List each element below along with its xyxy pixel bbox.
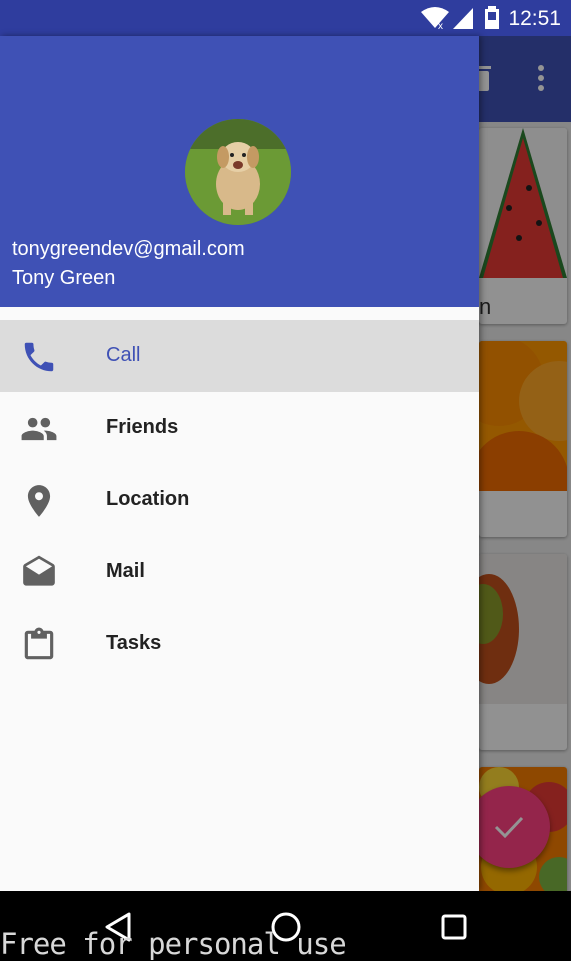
drawer-item-call[interactable]: Call [0,320,479,392]
drawer-item-label: Friends [106,416,179,438]
drawer-item-mail[interactable]: Mail [0,536,479,608]
navigation-drawer: tonygreendev@gmail.com Tony Green Call F… [0,36,479,891]
drawer-item-label: Tasks [106,632,162,654]
drawer-item-label: Location [106,488,190,510]
location-pin-icon [27,485,51,517]
watermark-text: Free for personal use [0,927,347,961]
people-icon [21,417,57,441]
mail-icon [23,555,55,586]
clock: 12:51 [508,7,561,30]
signal-icon [453,8,473,29]
drawer-item-label: Call [106,344,141,366]
account-name: Tony Green [12,267,116,289]
drawer-item-label: Mail [106,560,145,582]
drawer-header: tonygreendev@gmail.com Tony Green [0,36,479,307]
avatar[interactable] [185,119,291,225]
puppy-photo [185,119,291,225]
svg-text:x: x [438,21,443,30]
battery-icon [485,6,499,29]
drawer-menu: Call Friends Location Mail Tasks [0,320,479,680]
clipboard-icon [24,627,54,660]
drawer-item-location[interactable]: Location [0,464,479,536]
drawer-item-tasks[interactable]: Tasks [0,608,479,680]
status-bar: x 12:51 [0,0,571,36]
phone-icon [24,342,54,372]
recents-icon[interactable] [440,911,468,943]
account-email: tonygreendev@gmail.com [12,238,245,260]
drawer-item-friends[interactable]: Friends [0,392,479,464]
wifi-icon: x [421,7,449,30]
